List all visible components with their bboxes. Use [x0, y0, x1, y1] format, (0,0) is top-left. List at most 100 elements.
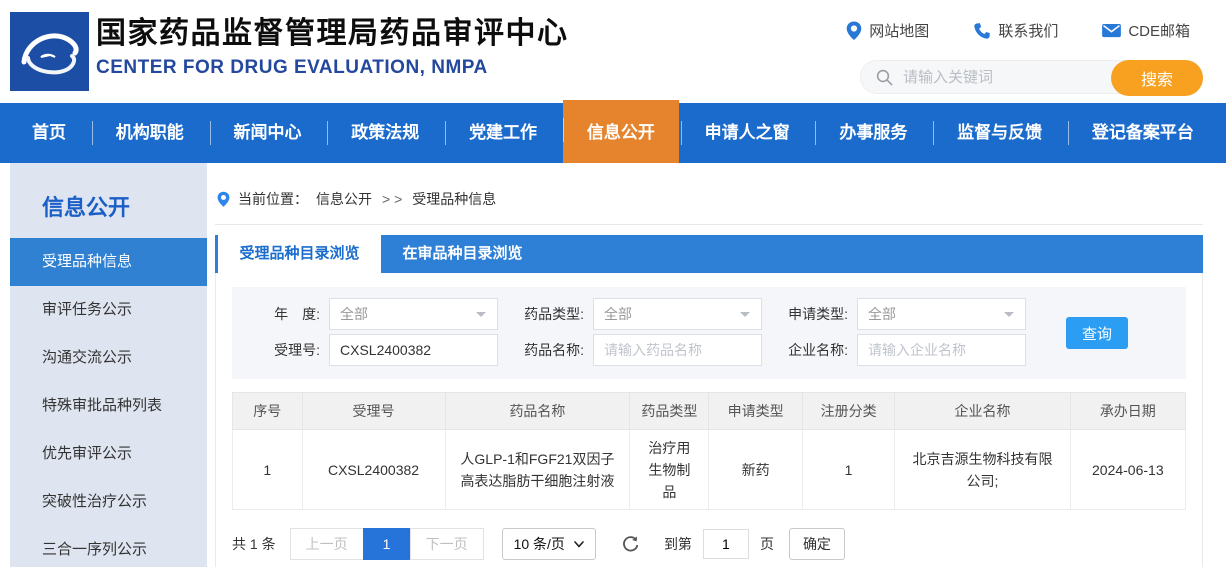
company-input[interactable] — [857, 334, 1026, 366]
site-subtitle: CENTER FOR DRUG EVALUATION, NMPA — [96, 57, 488, 78]
nav-item-services[interactable]: 办事服务 — [815, 103, 931, 163]
phone-icon — [974, 22, 991, 39]
nav-item-party[interactable]: 党建工作 — [445, 103, 561, 163]
breadcrumb-separator: > > — [382, 191, 403, 207]
sidebar-item-priority-review[interactable]: 优先审评公示 — [10, 430, 207, 478]
col-apply-type: 申请类型 — [708, 392, 803, 430]
cde-logo[interactable] — [10, 12, 89, 91]
main-panel: 当前位置： 信息公开 > > 受理品种信息 受理品种目录浏览 在审品种目录浏览 年… — [215, 163, 1203, 567]
page-size-value: 10 条/页 — [513, 536, 565, 552]
drug-name-label: 药品名称: — [524, 342, 584, 358]
goto-unit: 页 — [759, 536, 774, 552]
nav-item-home[interactable]: 首页 — [8, 103, 90, 163]
sidebar-item-three-in-one[interactable]: 三合一序列公示 — [10, 526, 207, 567]
sidebar-title: 信息公开 — [42, 195, 131, 220]
breadcrumb: 当前位置： 信息公开 > > 受理品种信息 — [215, 163, 1203, 225]
nav-item-supervision[interactable]: 监督与反馈 — [933, 103, 1066, 163]
year-filter: 年 度: 全部 — [246, 298, 498, 330]
contact-label: 联系我们 — [998, 23, 1059, 40]
cell-drug-type: 治疗用生物制品 — [629, 429, 710, 510]
site-header: 国家药品监督管理局药品审评中心 CENTER FOR DRUG EVALUATI… — [0, 0, 1226, 103]
mailbox-link[interactable]: CDE邮箱 — [1102, 20, 1190, 41]
nav-item-functions[interactable]: 机构职能 — [91, 103, 208, 163]
primary-nav: 首页 机构职能 新闻中心 政策法规 党建工作 信息公开 申请人之窗 办事服务 监… — [0, 100, 1226, 163]
sidebar-item-special-approval[interactable]: 特殊审批品种列表 — [10, 382, 207, 430]
col-drug-name: 药品名称 — [444, 392, 631, 430]
breadcrumb-section[interactable]: 信息公开 — [316, 189, 372, 209]
site-search: 搜索 — [860, 60, 1203, 96]
content-area: 信息公开 受理品种信息 审评任务公示 沟通交流公示 特殊审批品种列表 优先审评公… — [0, 163, 1226, 567]
nav-item-registration-platform[interactable]: 登记备案平台 — [1067, 103, 1218, 163]
nav-item-info-disclosure[interactable]: 信息公开 — [562, 100, 679, 163]
accept-no-input[interactable] — [329, 334, 498, 366]
year-select[interactable]: 全部 — [329, 298, 498, 330]
table-row: 1 CXSL2400382 人GLP-1和FGF21双因子高表达脂肪干细胞注射液… — [232, 429, 1187, 510]
breadcrumb-prefix: 当前位置： — [238, 191, 308, 207]
drug-name-filter: 药品名称: — [510, 334, 762, 366]
cell-reg-class: 1 — [801, 429, 896, 510]
total-count: 共 1 条 — [232, 536, 276, 552]
apply-type-filter: 申请类型: 全部 — [774, 298, 1026, 330]
sidebar-item-breakthrough-therapy[interactable]: 突破性治疗公示 — [10, 478, 207, 526]
refresh-icon[interactable] — [621, 535, 640, 554]
nav-item-applicant-window[interactable]: 申请人之窗 — [680, 103, 814, 163]
sidebar-item-accepted-varieties[interactable]: 受理品种信息 — [10, 238, 207, 286]
results-table: 序号 受理号 药品名称 药品类型 申请类型 注册分类 企业名称 承办日期 1 C… — [232, 392, 1187, 510]
col-seq: 序号 — [232, 392, 303, 430]
col-drug-type: 药品类型 — [629, 392, 710, 430]
breadcrumb-current[interactable]: 受理品种信息 — [412, 189, 496, 209]
search-icon — [876, 69, 893, 85]
drug-type-select-value: 全部 — [604, 306, 632, 322]
sitemap-label: 网站地图 — [869, 23, 930, 40]
col-reg-class: 注册分类 — [801, 392, 896, 430]
page-number-button[interactable]: 1 — [362, 528, 411, 560]
query-button[interactable]: 查询 — [1066, 317, 1128, 349]
location-pin-icon — [846, 21, 862, 40]
sidebar-item-communication[interactable]: 沟通交流公示 — [10, 334, 207, 382]
mailbox-label: CDE邮箱 — [1128, 23, 1190, 40]
drug-type-label: 药品类型: — [524, 306, 584, 322]
table-header-row: 序号 受理号 药品名称 药品类型 申请类型 注册分类 企业名称 承办日期 — [232, 392, 1187, 430]
sidebar: 信息公开 受理品种信息 审评任务公示 沟通交流公示 特殊审批品种列表 优先审评公… — [10, 163, 207, 567]
apply-type-label: 申请类型: — [788, 306, 848, 322]
next-page-button[interactable]: 下一页 — [409, 528, 484, 560]
cell-seq: 1 — [232, 429, 303, 510]
search-button[interactable]: 搜索 — [1111, 60, 1203, 96]
drug-type-select[interactable]: 全部 — [593, 298, 762, 330]
cell-date: 2024-06-13 — [1069, 429, 1187, 510]
header-quick-links: 网站地图 联系我们 CDE邮箱 — [846, 20, 1190, 41]
cell-apply-type: 新药 — [708, 429, 803, 510]
location-pin-icon — [217, 191, 230, 207]
sitemap-link[interactable]: 网站地图 — [846, 20, 929, 41]
cell-drug-name: 人GLP-1和FGF21双因子高表达脂肪干细胞注射液 — [444, 429, 631, 510]
col-date: 承办日期 — [1069, 392, 1187, 430]
tab-under-review-catalog[interactable]: 在审品种目录浏览 — [381, 235, 544, 273]
drug-name-input[interactable] — [593, 334, 762, 366]
prev-page-button[interactable]: 上一页 — [289, 528, 364, 560]
filter-row-1: 年 度: 全部 药品类型: 全部 申请类型: 全部 — [246, 296, 1186, 332]
swan-swirl-icon — [10, 12, 89, 91]
envelope-icon — [1102, 23, 1122, 38]
tab-panel: 年 度: 全部 药品类型: 全部 申请类型: 全部 受理号: CXSL24003… — [215, 273, 1203, 567]
chevron-down-icon — [574, 540, 584, 548]
drug-type-filter: 药品类型: 全部 — [510, 298, 762, 330]
year-select-value: 全部 — [340, 306, 368, 322]
goto-page-input[interactable] — [702, 529, 749, 559]
catalog-tabs: 受理品种目录浏览 在审品种目录浏览 — [215, 235, 1203, 273]
nav-item-policies[interactable]: 政策法规 — [327, 103, 443, 163]
col-company: 企业名称 — [894, 392, 1071, 430]
page-size-select[interactable]: 10 条/页 — [501, 528, 596, 560]
year-label: 年 度: — [274, 306, 320, 322]
contact-link[interactable]: 联系我们 — [973, 20, 1058, 41]
sidebar-item-review-tasks[interactable]: 审评任务公示 — [10, 286, 207, 334]
cell-accept-no: CXSL2400382 — [301, 429, 446, 510]
company-filter: 企业名称: — [774, 334, 1026, 366]
apply-type-select-value: 全部 — [868, 306, 896, 322]
apply-type-select[interactable]: 全部 — [857, 298, 1026, 330]
tab-accepted-catalog[interactable]: 受理品种目录浏览 — [218, 235, 381, 273]
pagination: 共 1 条 上一页 1 下一页 10 条/页 到第 1 页 确定 — [232, 528, 1186, 560]
confirm-button[interactable]: 确定 — [788, 528, 845, 560]
col-accept-no: 受理号 — [301, 392, 446, 430]
accept-no-filter: 受理号: — [246, 334, 498, 366]
nav-item-news[interactable]: 新闻中心 — [209, 103, 326, 163]
